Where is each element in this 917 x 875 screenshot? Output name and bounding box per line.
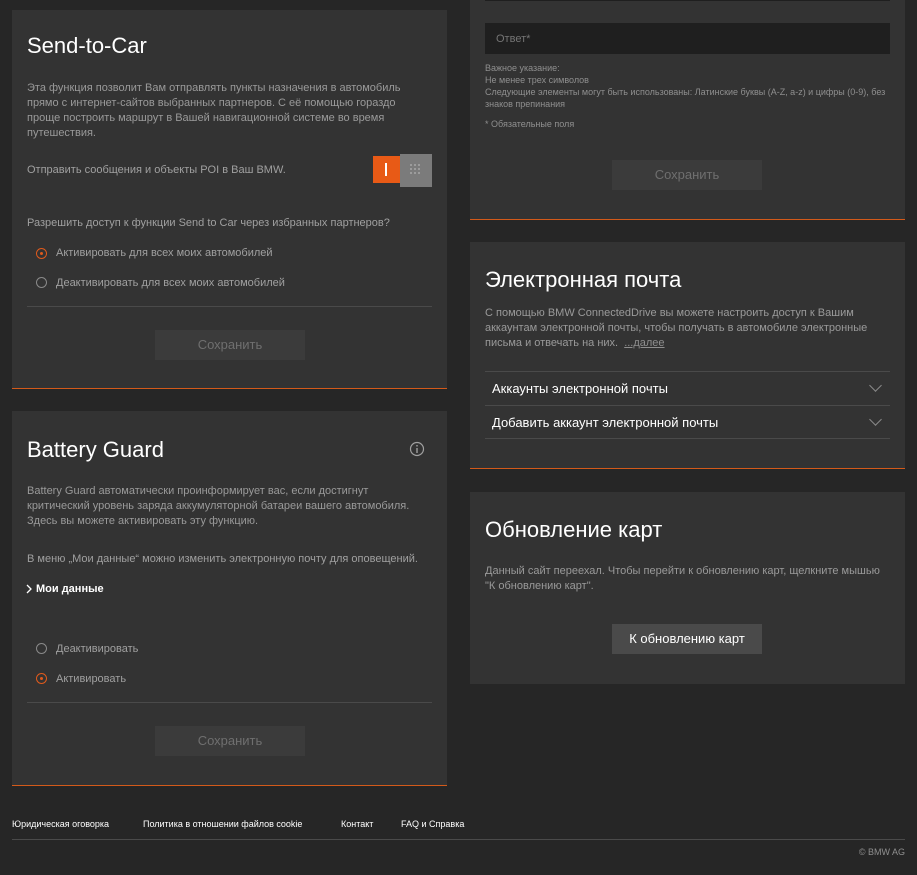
send-to-car-title: Send-to-Car (27, 33, 147, 58)
accordion-email-accounts-label[interactable]: Аккаунты электронной почты (492, 381, 668, 396)
hint-line: Следующие элементы могут быть использова… (485, 87, 886, 109)
battery-guard-description: Battery Guard автоматически проинформиру… (27, 485, 410, 527)
hint-block: Важное указание: Не менее трех символов … (485, 62, 890, 130)
email-more-link[interactable]: ...далее (624, 337, 664, 349)
send-to-car-save-button[interactable]: Сохранить (155, 330, 305, 360)
toggle-handle (400, 154, 432, 187)
chevron-right-icon (26, 584, 32, 594)
radio-deactivate-all[interactable] (36, 277, 47, 288)
send-to-car-panel: Send-to-Car Эта функция позволит Вам отп… (12, 10, 447, 389)
info-icon[interactable] (409, 441, 425, 457)
send-to-car-description: Эта функция позволит Вам отправлять пунк… (27, 82, 401, 139)
chevron-down-icon (869, 379, 882, 392)
radio-deactivate[interactable] (36, 643, 47, 654)
toggle-on-segment (373, 156, 400, 183)
map-update-button[interactable]: К обновлению карт (612, 624, 762, 654)
footer-link-cookies[interactable]: Политика в отношении файлов cookie (143, 819, 302, 829)
radio-activate-label[interactable]: Активировать (56, 673, 126, 685)
hint-line: Не менее трех символов (485, 75, 589, 85)
radio-deactivate-all-label[interactable]: Деактивировать для всех моих автомобилей (56, 277, 285, 289)
radio-activate-all-label[interactable]: Активировать для всех моих автомобилей (56, 247, 273, 259)
footer-copyright: © BMW AG (858, 847, 905, 857)
required-note: * Обязательные поля (485, 119, 575, 129)
radio-deactivate-label[interactable]: Деактивировать (56, 643, 138, 655)
hint-line: Важное указание: (485, 63, 560, 73)
answer-input[interactable] (485, 23, 890, 54)
grip-icon (410, 164, 420, 174)
email-panel: Электронная почта С помощью BMW Connecte… (470, 242, 905, 469)
battery-guard-divider (27, 702, 432, 703)
battery-guard-panel: Battery Guard Battery Guard автоматическ… (12, 411, 447, 786)
map-update-description: Данный сайт переехал. Чтобы перейти к об… (485, 565, 880, 592)
radio-activate-all[interactable] (36, 248, 47, 259)
email-title: Электронная почта (485, 267, 682, 292)
radio-activate[interactable] (36, 673, 47, 684)
email-description: С помощью BMW ConnectedDrive вы можете н… (485, 306, 890, 351)
email-description-text: С помощью BMW ConnectedDrive вы можете н… (485, 307, 868, 349)
map-update-title: Обновление карт (485, 517, 663, 542)
battery-guard-save-button[interactable]: Сохранить (155, 726, 305, 756)
footer-link-legal[interactable]: Юридическая оговорка (12, 819, 109, 829)
battery-guard-title: Battery Guard (27, 437, 164, 462)
send-to-car-divider (27, 306, 432, 307)
accordion-add-email-account-label[interactable]: Добавить аккаунт электронной почты (492, 415, 718, 430)
send-to-car-question: Разрешить доступ к функции Send to Car ч… (27, 217, 390, 229)
my-data-link-label[interactable]: Мои данные (36, 583, 104, 595)
map-update-panel: Обновление карт Данный сайт переехал. Чт… (470, 492, 905, 684)
accordion-email-accounts[interactable]: Аккаунты электронной почты (485, 371, 890, 404)
footer-divider (12, 839, 905, 840)
send-to-car-toggle[interactable] (373, 154, 432, 187)
security-form-panel: Важное указание: Не менее трех символов … (470, 0, 905, 220)
security-save-button[interactable]: Сохранить (612, 160, 762, 190)
toggle-on-indicator (385, 163, 387, 176)
footer-link-contact[interactable]: Контакт (341, 819, 373, 829)
send-to-car-toggle-label: Отправить сообщения и объекты POI в Ваш … (27, 164, 286, 176)
accordion-add-email-account[interactable]: Добавить аккаунт электронной почты (485, 405, 890, 439)
previous-input-edge (485, 0, 890, 1)
footer-link-faq[interactable]: FAQ и Справка (401, 819, 464, 829)
chevron-down-icon (869, 413, 882, 426)
battery-guard-info-text: В меню „Мои данные“ можно изменить элект… (27, 553, 418, 565)
